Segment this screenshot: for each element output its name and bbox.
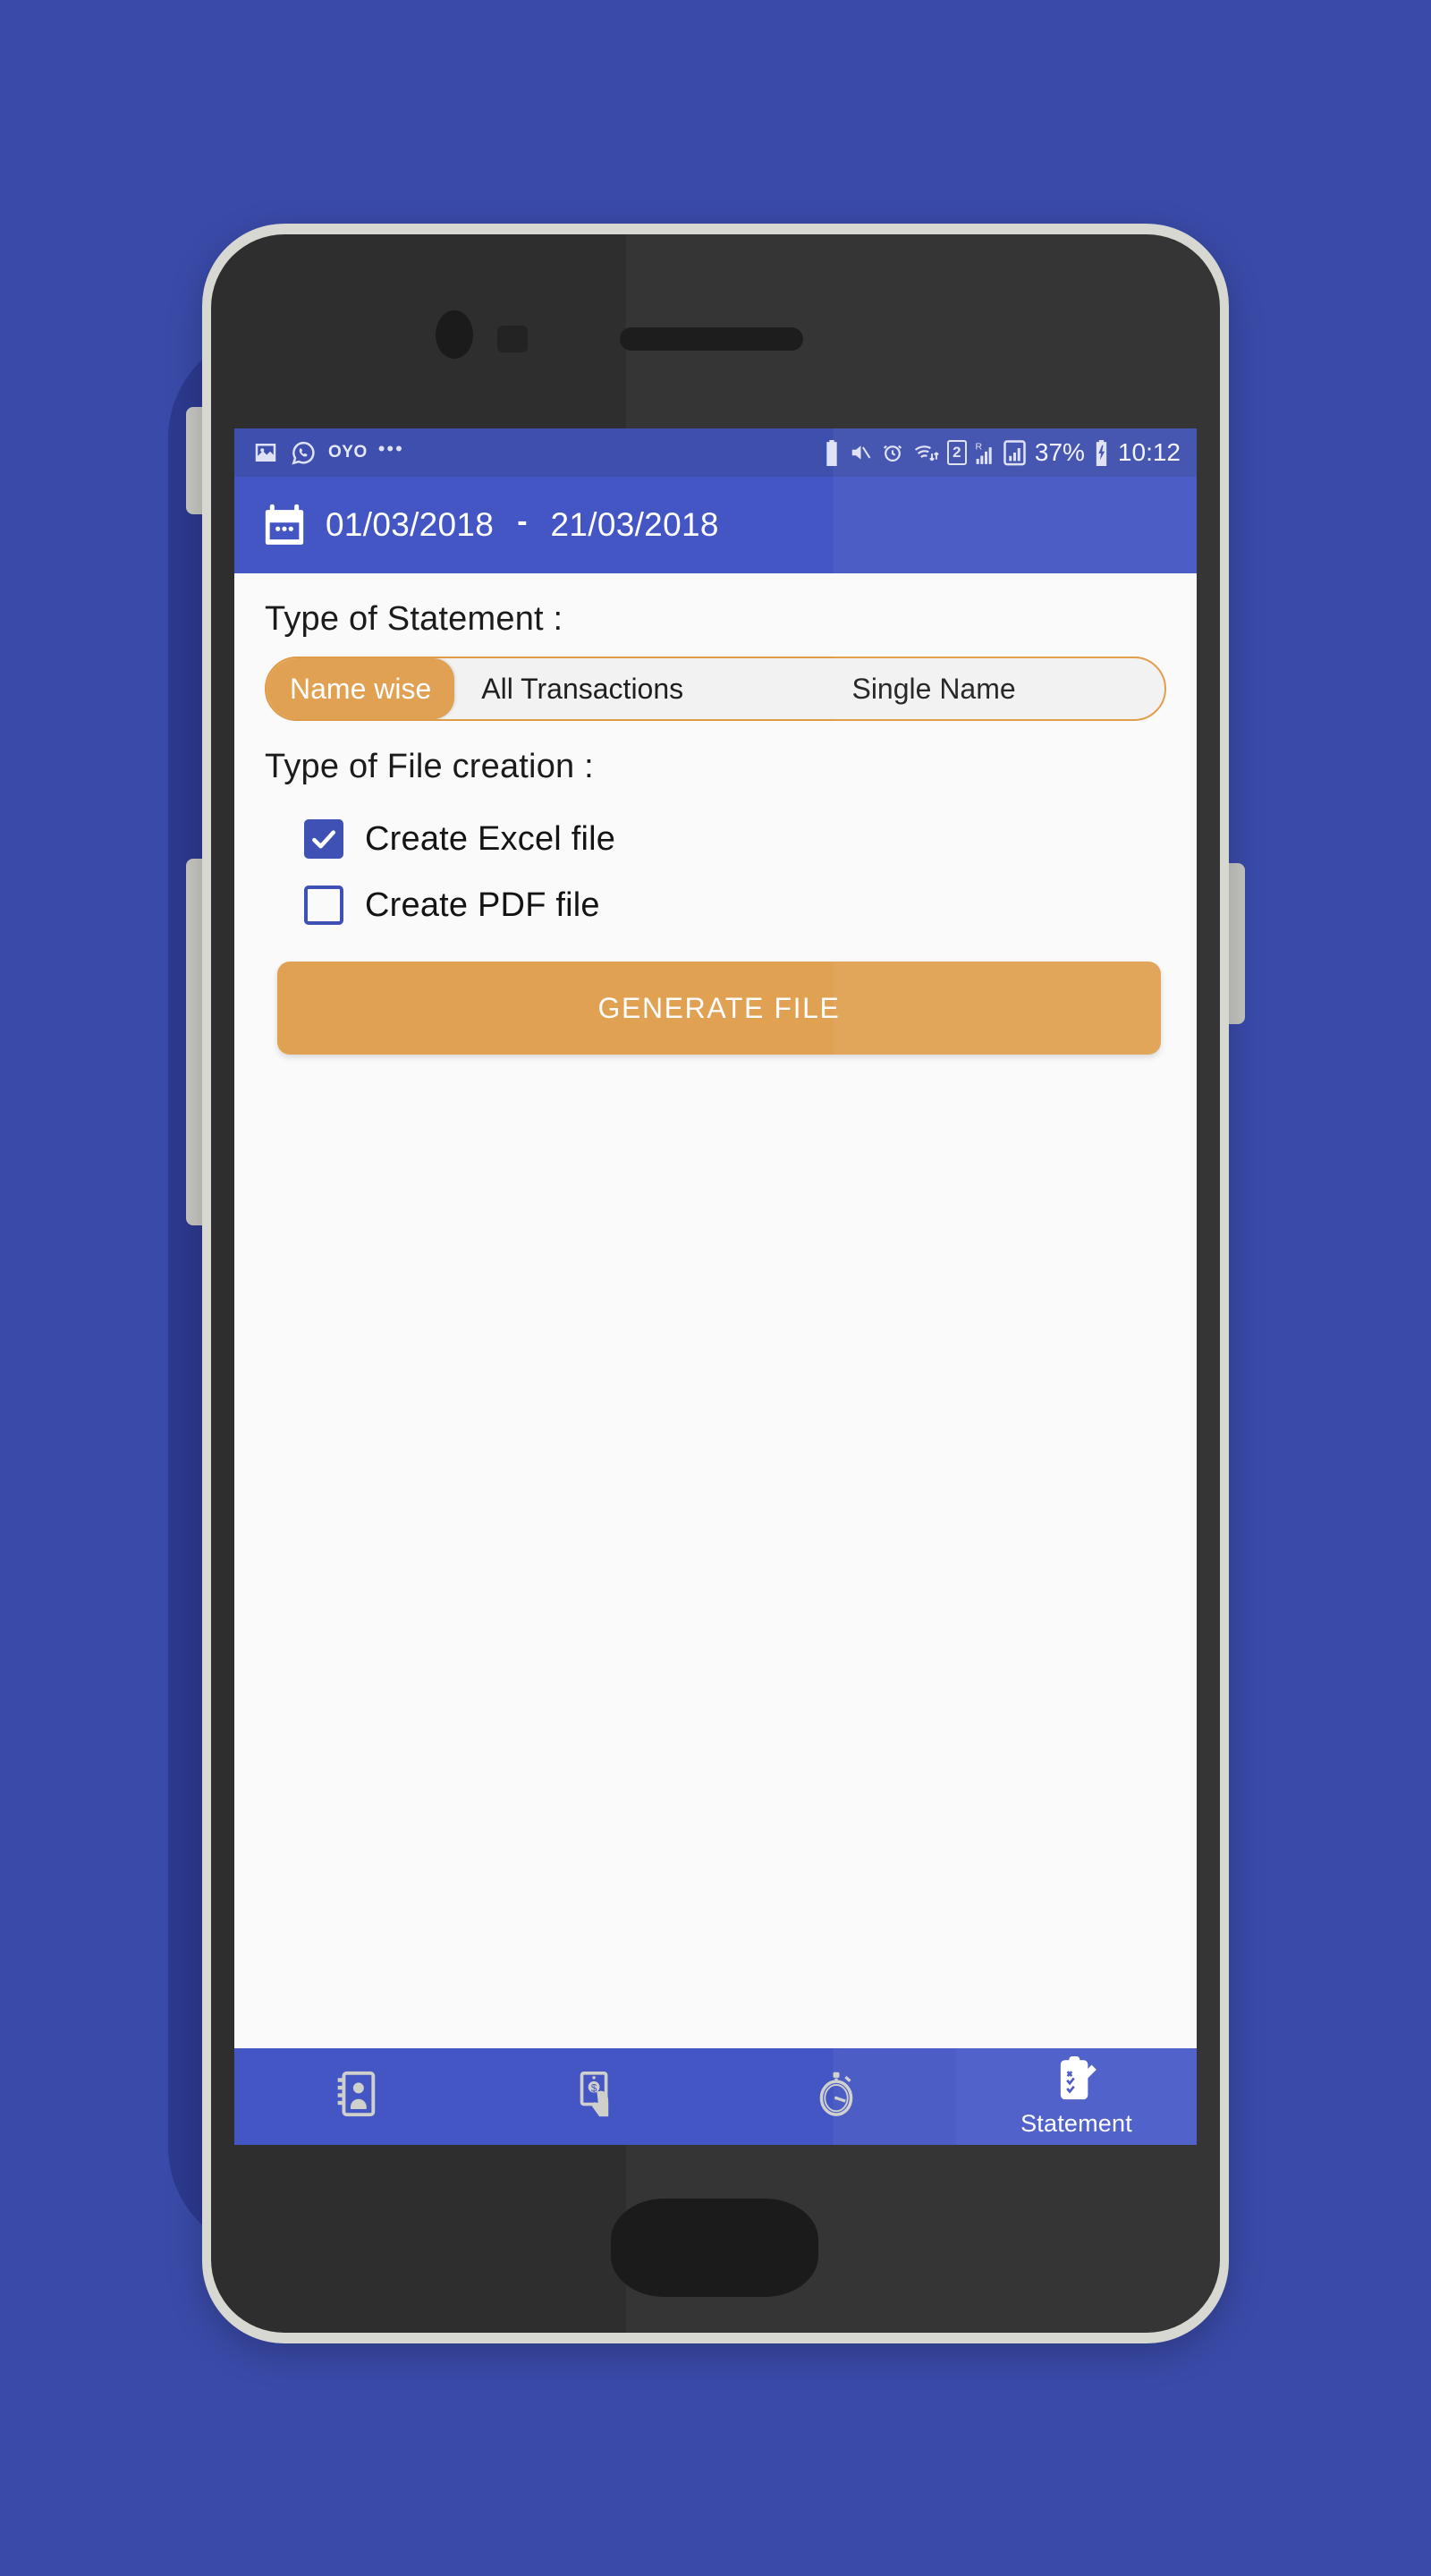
notification-overflow-dots: ••• xyxy=(377,436,404,460)
create-excel-label: Create Excel file xyxy=(365,819,616,858)
bottom-navigation-bar: $ Statement xyxy=(234,2048,1197,2145)
stopwatch-icon xyxy=(812,2068,860,2124)
hand-holding-money-icon: $ xyxy=(572,2068,619,2124)
volume-up-button[interactable] xyxy=(186,407,204,514)
checkbox-row-excel[interactable]: Create Excel file xyxy=(304,806,1197,872)
image-icon xyxy=(252,439,279,466)
statement-type-label: Type of Statement : xyxy=(265,600,563,638)
power-button[interactable] xyxy=(1227,863,1245,1024)
generate-file-button[interactable]: GENERATE FILE xyxy=(277,962,1161,1055)
volume-down-button[interactable] xyxy=(186,859,204,1225)
main-content: Type of Statement : Name wise All Transa… xyxy=(234,573,1197,2145)
svg-text:R: R xyxy=(975,442,982,453)
volume-mute-icon xyxy=(849,441,873,464)
create-pdf-checkbox[interactable] xyxy=(304,886,343,925)
device-screen: OYO ••• 2 R 37% 10:12 01/03/2018 - 21/03… xyxy=(234,428,1197,2145)
date-separator: - xyxy=(517,504,528,538)
create-pdf-label: Create PDF file xyxy=(365,886,600,924)
svg-text:$: $ xyxy=(590,2082,597,2094)
status-bar: OYO ••• 2 R 37% 10:12 xyxy=(234,428,1197,477)
earpiece-speaker xyxy=(620,327,803,351)
wifi-transfer-icon xyxy=(912,441,939,464)
front-camera-icon xyxy=(436,310,473,359)
create-excel-checkbox[interactable] xyxy=(304,819,343,859)
generate-button-wrap: GENERATE FILE xyxy=(234,938,1197,1055)
battery-percent-label: 37% xyxy=(1034,438,1085,466)
clipboard-pen-icon xyxy=(1054,2055,1100,2108)
date-from-label[interactable]: 01/03/2018 xyxy=(326,506,494,544)
nav-item-contacts[interactable] xyxy=(234,2048,475,2145)
home-button[interactable] xyxy=(611,2199,818,2297)
calendar-icon[interactable] xyxy=(263,503,306,547)
clock-label: 10:12 xyxy=(1117,438,1181,466)
segment-name-wise[interactable]: Name wise xyxy=(267,658,455,719)
date-to-label[interactable]: 21/03/2018 xyxy=(551,506,719,544)
battery-saver-icon xyxy=(823,439,841,466)
page-backdrop: OYO ••• 2 R 37% 10:12 01/03/2018 - 21/03… xyxy=(0,0,1431,2576)
segment-single-name[interactable]: Single Name xyxy=(703,658,1164,719)
checkbox-row-pdf[interactable]: Create PDF file xyxy=(304,872,1197,938)
status-bar-right: 2 R 37% 10:12 xyxy=(823,438,1181,467)
segment-all-transactions[interactable]: All Transactions xyxy=(454,658,703,719)
signal-bars-icon xyxy=(1003,439,1027,466)
whatsapp-icon xyxy=(290,439,318,467)
sim-2-icon: 2 xyxy=(946,440,967,465)
statement-type-control-wrap: Name wise All Transactions Single Name xyxy=(234,639,1197,721)
status-bar-left: OYO ••• xyxy=(252,436,404,467)
file-type-checkbox-group: Create Excel file Create PDF file xyxy=(234,786,1197,938)
address-book-icon xyxy=(332,2068,378,2124)
proximity-sensor-icon xyxy=(497,326,528,352)
signal-roaming-icon: R xyxy=(975,440,995,465)
nav-label-statement: Statement xyxy=(1020,2110,1132,2137)
file-creation-label: Type of File creation : xyxy=(265,748,594,785)
alarm-icon xyxy=(881,441,904,464)
statement-type-segmented-control[interactable]: Name wise All Transactions Single Name xyxy=(265,657,1166,721)
oyo-notification-label: OYO xyxy=(328,443,368,462)
battery-charging-icon xyxy=(1093,439,1110,466)
nav-item-timer[interactable] xyxy=(716,2048,956,2145)
nav-item-payments[interactable]: $ xyxy=(475,2048,716,2145)
date-range-appbar[interactable]: 01/03/2018 - 21/03/2018 xyxy=(234,477,1197,573)
nav-item-statement[interactable]: Statement xyxy=(956,2048,1197,2145)
